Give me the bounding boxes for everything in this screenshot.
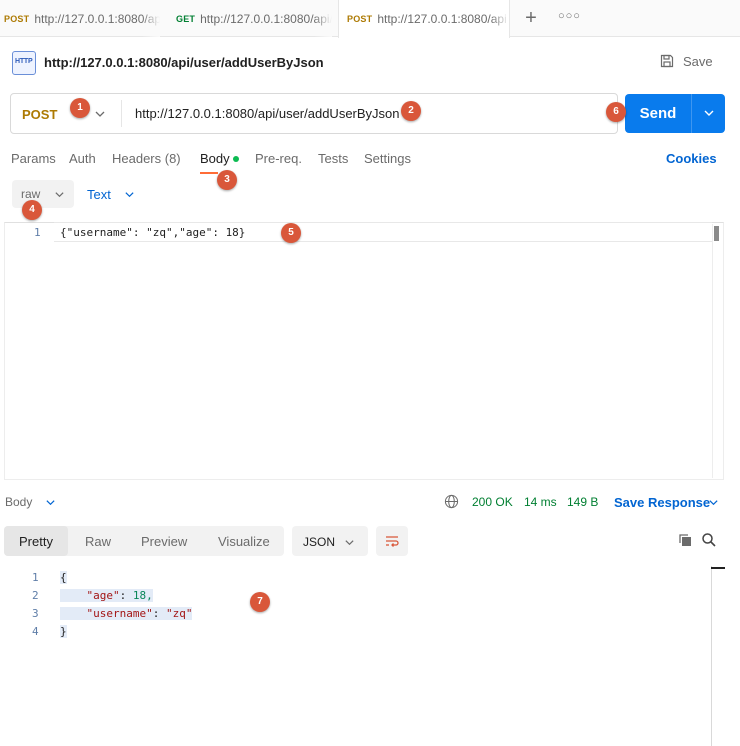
chevron-down-icon[interactable] [94,108,106,120]
view-raw[interactable]: Raw [85,534,111,549]
view-visualize[interactable]: Visualize [218,534,270,549]
request-title[interactable]: http://127.0.0.1:8080/api/user/addUserBy… [44,55,324,70]
active-tab-underline [200,172,218,174]
send-button-group: Send [625,94,725,133]
response-time[interactable]: 14 ms [524,495,557,509]
scrollbar-thumb[interactable] [714,226,719,241]
annotation-badge: 7 [250,592,270,612]
scrollbar-thumb[interactable] [711,567,725,569]
request-tab-active[interactable]: POST http://127.0.0.1:8080/api [338,0,510,38]
chevron-down-icon[interactable] [708,497,719,508]
globe-icon[interactable] [444,494,459,509]
status-code[interactable]: 200 OK [472,495,513,509]
line-number: 1 [34,226,41,239]
json-value: 18, [132,589,153,602]
chevron-down-icon[interactable] [703,107,715,119]
more-options-icon[interactable]: ○○○ [558,10,581,22]
response-body-select[interactable]: Body [5,495,32,509]
response-line[interactable]: } [60,625,67,638]
chevron-down-icon[interactable] [124,189,135,200]
search-icon[interactable] [701,532,717,548]
line-number: 4 [32,625,39,638]
code-text: { [60,571,67,584]
tab-tests[interactable]: Tests [318,151,348,166]
method-select[interactable]: POST [22,107,57,122]
response-size[interactable]: 149 B [567,495,598,509]
body-type-label: raw [21,187,41,201]
scrollbar[interactable] [712,224,720,478]
line-number: 2 [32,589,39,602]
view-preview[interactable]: Preview [141,534,187,549]
line-number: 1 [32,571,39,584]
chevron-down-icon[interactable] [45,497,56,508]
copy-icon[interactable] [677,532,693,548]
divider [691,94,692,133]
cookies-link[interactable]: Cookies [666,151,717,166]
save-response-button[interactable]: Save Response [614,495,710,510]
tab-headers[interactable]: Headers (8) [112,151,181,166]
annotation-badge: 1 [70,98,90,118]
new-tab-plus-icon[interactable]: + [521,8,541,28]
tab-auth[interactable]: Auth [69,151,96,166]
body-format-select[interactable]: Text [87,187,111,202]
save-icon [660,54,674,68]
chevron-down-icon [345,540,354,546]
json-value: "zq" [165,607,193,620]
view-pretty[interactable]: Pretty [19,534,53,549]
code-text: } [60,625,67,638]
request-tab[interactable]: POST http://127.0.0.1:8080/api [0,0,160,37]
wrap-lines-icon [386,536,399,547]
request-body-editor[interactable] [4,222,724,480]
tab-label: http://127.0.0.1:8080/api [377,12,507,26]
annotation-badge: 6 [606,102,626,122]
tab-prerequest[interactable]: Pre-req. [255,151,302,166]
tab-method: GET [176,13,196,24]
url-input[interactable]: http://127.0.0.1:8080/api/user/addUserBy… [135,106,400,121]
tab-params[interactable]: Params [11,151,56,166]
response-line[interactable]: { [60,571,67,584]
annotation-badge: 4 [22,200,42,220]
http-request-icon: HTTP [12,51,36,75]
tab-label: http://127.0.0.1:8080/api/ [200,11,332,26]
response-line[interactable]: "age": 18, [60,589,153,602]
response-format-label: JSON [303,535,336,549]
tab-body[interactable]: Body [200,151,230,166]
send-button[interactable]: Send [625,94,691,133]
tab-settings[interactable]: Settings [364,151,411,166]
request-tab[interactable]: GET http://127.0.0.1:8080/api/ [168,0,332,37]
annotation-badge: 5 [281,223,301,243]
response-line[interactable]: "username": "zq" [60,607,193,620]
line-number: 3 [32,607,39,620]
chevron-down-icon [55,192,64,198]
save-button[interactable]: Save [659,53,713,69]
wrap-lines-button[interactable] [376,526,408,556]
annotation-badge: 3 [217,170,237,190]
save-label: Save [683,53,713,69]
scrollbar[interactable] [711,566,712,746]
tab-method: POST [4,13,30,24]
divider [121,100,122,127]
editor-code[interactable]: {"username": "zq","age": 18} [60,226,245,239]
body-indicator-dot [233,156,239,162]
annotation-badge: 2 [401,101,421,121]
json-key: "username" [86,607,153,620]
tab-method: POST [347,14,373,24]
json-key: "age" [86,589,120,602]
